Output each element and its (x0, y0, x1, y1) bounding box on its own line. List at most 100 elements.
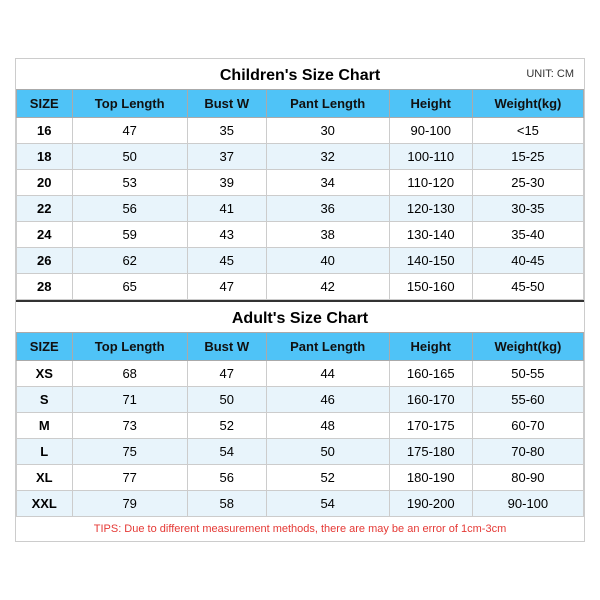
table-cell: 80-90 (472, 465, 583, 491)
table-row: XL775652180-19080-90 (17, 465, 584, 491)
table-cell: 56 (72, 196, 187, 222)
table-row: XXL795854190-20090-100 (17, 491, 584, 517)
table-cell: 48 (266, 413, 389, 439)
table-cell: 140-150 (389, 248, 472, 274)
table-cell: 50 (187, 387, 266, 413)
table-cell: 30 (266, 118, 389, 144)
table-cell: M (17, 413, 73, 439)
table-cell: 50 (266, 439, 389, 465)
children-table: SIZE Top Length Bust W Pant Length Heigh… (16, 89, 584, 300)
adults-title-text: Adult's Size Chart (232, 310, 368, 327)
table-cell: <15 (472, 118, 583, 144)
table-row: 26624540140-15040-45 (17, 248, 584, 274)
children-title-text: Children's Size Chart (220, 67, 380, 84)
table-row: 18503732100-11015-25 (17, 144, 584, 170)
table-cell: 90-100 (472, 491, 583, 517)
table-cell: 34 (266, 170, 389, 196)
table-cell: 175-180 (389, 439, 472, 465)
table-cell: 16 (17, 118, 73, 144)
table-cell: 41 (187, 196, 266, 222)
table-cell: 120-130 (389, 196, 472, 222)
table-cell: 60-70 (472, 413, 583, 439)
adults-thead: SIZE Top Length Bust W Pant Length Heigh… (17, 333, 584, 361)
table-cell: 52 (187, 413, 266, 439)
table-cell: 43 (187, 222, 266, 248)
table-cell: XL (17, 465, 73, 491)
children-col-bust: Bust W (187, 90, 266, 118)
adults-col-top-length: Top Length (72, 333, 187, 361)
table-cell: 160-170 (389, 387, 472, 413)
table-cell: XS (17, 361, 73, 387)
children-col-top-length: Top Length (72, 90, 187, 118)
adults-tbody: XS684744160-16550-55S715046160-17055-60M… (17, 361, 584, 517)
table-cell: 20 (17, 170, 73, 196)
children-thead: SIZE Top Length Bust W Pant Length Heigh… (17, 90, 584, 118)
children-header-row: SIZE Top Length Bust W Pant Length Heigh… (17, 90, 584, 118)
table-cell: 68 (72, 361, 187, 387)
adults-col-weight: Weight(kg) (472, 333, 583, 361)
table-cell: 28 (17, 274, 73, 300)
table-cell: 24 (17, 222, 73, 248)
table-cell: 130-140 (389, 222, 472, 248)
table-cell: 39 (187, 170, 266, 196)
table-cell: 52 (266, 465, 389, 491)
table-cell: S (17, 387, 73, 413)
table-row: XS684744160-16550-55 (17, 361, 584, 387)
table-cell: 79 (72, 491, 187, 517)
table-row: S715046160-17055-60 (17, 387, 584, 413)
table-cell: 47 (187, 361, 266, 387)
table-cell: 40 (266, 248, 389, 274)
table-cell: 190-200 (389, 491, 472, 517)
table-cell: 36 (266, 196, 389, 222)
table-cell: 54 (187, 439, 266, 465)
table-cell: 50 (72, 144, 187, 170)
table-cell: 18 (17, 144, 73, 170)
table-row: L755450175-18070-80 (17, 439, 584, 465)
adults-col-size: SIZE (17, 333, 73, 361)
table-row: 28654742150-16045-50 (17, 274, 584, 300)
table-cell: 59 (72, 222, 187, 248)
table-cell: 50-55 (472, 361, 583, 387)
children-col-height: Height (389, 90, 472, 118)
table-cell: 65 (72, 274, 187, 300)
table-cell: 160-165 (389, 361, 472, 387)
table-row: 24594338130-14035-40 (17, 222, 584, 248)
adults-header-row: SIZE Top Length Bust W Pant Length Heigh… (17, 333, 584, 361)
table-cell: 45 (187, 248, 266, 274)
table-cell: 22 (17, 196, 73, 222)
table-row: M735248170-17560-70 (17, 413, 584, 439)
table-cell: 58 (187, 491, 266, 517)
table-cell: 170-175 (389, 413, 472, 439)
table-cell: 45-50 (472, 274, 583, 300)
table-cell: 40-45 (472, 248, 583, 274)
table-cell: 26 (17, 248, 73, 274)
table-cell: XXL (17, 491, 73, 517)
children-section-title: Children's Size Chart UNIT: CM (16, 59, 584, 89)
table-cell: 54 (266, 491, 389, 517)
table-cell: 90-100 (389, 118, 472, 144)
table-cell: 62 (72, 248, 187, 274)
table-cell: 150-160 (389, 274, 472, 300)
unit-label: UNIT: CM (526, 68, 574, 80)
table-cell: 53 (72, 170, 187, 196)
table-cell: 32 (266, 144, 389, 170)
table-cell: 25-30 (472, 170, 583, 196)
table-cell: 75 (72, 439, 187, 465)
children-col-pant: Pant Length (266, 90, 389, 118)
table-cell: 30-35 (472, 196, 583, 222)
table-cell: 35 (187, 118, 266, 144)
table-row: 20533934110-12025-30 (17, 170, 584, 196)
children-col-weight: Weight(kg) (472, 90, 583, 118)
adults-section-title: Adult's Size Chart (16, 300, 584, 332)
table-cell: 47 (72, 118, 187, 144)
size-chart-container: Children's Size Chart UNIT: CM SIZE Top … (15, 58, 585, 542)
table-cell: 46 (266, 387, 389, 413)
table-cell: 73 (72, 413, 187, 439)
table-cell: L (17, 439, 73, 465)
table-cell: 47 (187, 274, 266, 300)
table-cell: 35-40 (472, 222, 583, 248)
tips-text: TIPS: Due to different measurement metho… (16, 517, 584, 541)
table-cell: 100-110 (389, 144, 472, 170)
table-cell: 38 (266, 222, 389, 248)
table-row: 1647353090-100<15 (17, 118, 584, 144)
